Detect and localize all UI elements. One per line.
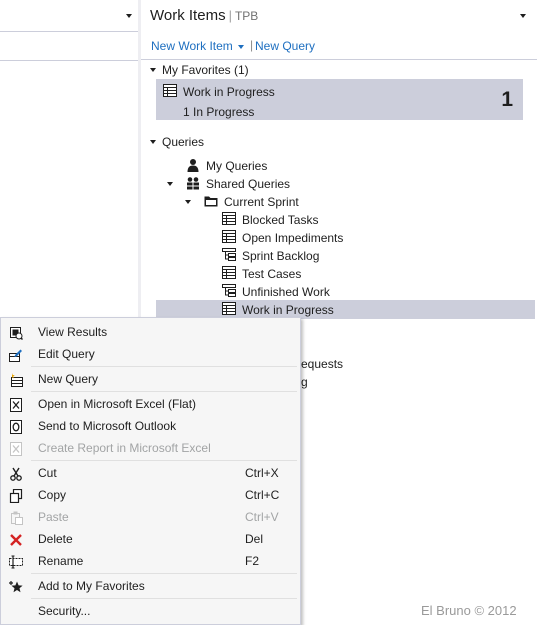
menu-item-shortcut: Ctrl+V	[245, 510, 279, 524]
current-sprint-expand-icon[interactable]	[185, 200, 191, 204]
queries-section-header[interactable]: Queries	[162, 135, 204, 149]
tree-node-open-impediments[interactable]: Open Impediments	[222, 229, 422, 247]
menu-item-label: Edit Query	[38, 347, 95, 361]
tree-node-sprint-backlog[interactable]: Sprint Backlog	[222, 247, 422, 265]
tree-node-label: Open Impediments	[242, 231, 344, 245]
flat-list-query-icon	[222, 230, 236, 248]
shared-queries-expand-icon[interactable]	[167, 182, 173, 186]
flat-list-query-icon	[222, 266, 236, 284]
context-menu: View Results Edit Query New Query Open i…	[0, 317, 301, 625]
menu-item-label: New Query	[38, 372, 99, 386]
new-work-item-link[interactable]: New Work Item	[151, 39, 233, 53]
cut-icon	[9, 466, 23, 481]
favorite-tile-work-in-progress[interactable]: Work in Progress 1 In Progress 1	[156, 79, 523, 120]
menu-item-label: Delete	[38, 532, 73, 546]
new-query-icon	[9, 372, 23, 387]
menu-separator	[31, 598, 297, 599]
chevron-down-icon[interactable]	[126, 14, 132, 18]
tree-node-label: My Queries	[206, 159, 268, 173]
tree-query-icon	[222, 248, 236, 266]
menu-item-new-query[interactable]: New Query	[1, 368, 300, 390]
menu-item-shortcut: Ctrl+X	[245, 466, 279, 480]
menu-item-label: Copy	[38, 488, 67, 502]
delete-icon	[9, 532, 23, 546]
favorite-tile-count: 1	[501, 88, 513, 111]
copy-icon	[9, 488, 23, 504]
favorite-tile-subtitle: 1 In Progress	[183, 105, 255, 119]
menu-item-open-in-excel[interactable]: Open in Microsoft Excel (Flat)	[1, 393, 300, 415]
menu-separator	[31, 573, 297, 574]
folder-icon	[204, 194, 218, 212]
excel-icon	[9, 397, 23, 412]
menu-item-cut[interactable]: Cut Ctrl+X	[1, 462, 300, 484]
tree-node-label: Current Sprint	[224, 195, 299, 209]
page-title: Work Items	[150, 7, 226, 24]
header-separator: |	[228, 8, 232, 23]
chevron-down-icon[interactable]	[520, 14, 526, 18]
menu-item-shortcut: Del	[245, 532, 264, 546]
menu-item-send-to-outlook[interactable]: Send to Microsoft Outlook	[1, 415, 300, 437]
menu-item-label: Create Report in Microsoft Excel	[38, 441, 211, 455]
menu-item-create-report[interactable]: Create Report in Microsoft Excel	[1, 437, 300, 459]
left-dropdown[interactable]	[0, 3, 138, 32]
favorites-icon	[9, 579, 23, 593]
menu-item-label: Rename	[38, 554, 84, 568]
tree-node-label: Unfinished Work	[242, 285, 330, 299]
tree-node-partial-label[interactable]: g	[301, 375, 308, 389]
panel-header: Work Items | TPB	[150, 7, 258, 24]
flat-list-query-icon	[163, 84, 177, 100]
menu-item-label: Send to Microsoft Outlook	[38, 419, 177, 433]
tree-node-blocked-tasks[interactable]: Blocked Tasks	[222, 211, 422, 229]
menu-item-view-results[interactable]: View Results	[1, 321, 300, 343]
edit-query-icon	[9, 347, 23, 362]
menu-item-shortcut: Ctrl+C	[245, 488, 280, 502]
menu-item-label: Open in Microsoft Excel (Flat)	[38, 397, 197, 411]
new-query-link[interactable]: New Query	[255, 39, 315, 53]
tree-node-label: Blocked Tasks	[242, 213, 319, 227]
menu-item-rename[interactable]: Rename F2	[1, 550, 300, 572]
tree-node-label: Test Cases	[242, 267, 302, 281]
flat-list-query-icon	[222, 212, 236, 230]
menu-separator	[31, 366, 297, 367]
tree-node-my-queries[interactable]: My Queries	[186, 157, 386, 175]
excel-report-icon	[9, 441, 23, 456]
favorite-tile-name: Work in Progress	[183, 85, 275, 99]
favorites-collapse-icon[interactable]	[150, 68, 156, 72]
project-name: TPB	[234, 9, 259, 23]
view-results-icon	[9, 325, 24, 341]
tree-node-unfinished-work[interactable]: Unfinished Work	[222, 283, 422, 301]
outlook-icon	[9, 419, 23, 434]
menu-item-paste[interactable]: Paste Ctrl+V	[1, 506, 300, 528]
tree-node-current-sprint[interactable]: Current Sprint	[204, 193, 404, 211]
menu-item-label: Cut	[38, 466, 57, 480]
tree-node-shared-queries[interactable]: Shared Queries	[186, 175, 386, 193]
menu-item-label: Paste	[38, 510, 69, 524]
menu-item-security[interactable]: Security...	[1, 600, 300, 622]
menu-item-delete[interactable]: Delete Del	[1, 528, 300, 550]
paste-icon	[9, 510, 23, 525]
toolbar-divider	[141, 59, 537, 60]
menu-item-label: View Results	[38, 325, 108, 339]
tree-node-partial-label[interactable]: equests	[301, 357, 343, 371]
menu-item-copy[interactable]: Copy Ctrl+C	[1, 484, 300, 506]
queries-collapse-icon[interactable]	[150, 140, 156, 144]
rename-icon	[9, 554, 23, 569]
favorites-section-header[interactable]: My Favorites (1)	[162, 63, 249, 77]
left-toolbar	[0, 34, 138, 61]
menu-separator	[31, 460, 297, 461]
tree-node-label: Sprint Backlog	[242, 249, 320, 263]
link-separator: |	[250, 38, 254, 52]
menu-item-add-to-favorites[interactable]: Add to My Favorites	[1, 575, 300, 597]
menu-item-label: Add to My Favorites	[38, 579, 145, 593]
group-icon	[186, 176, 200, 195]
new-work-item-dropdown-icon[interactable]	[238, 45, 244, 49]
menu-item-shortcut: F2	[245, 554, 260, 568]
tree-node-test-cases[interactable]: Test Cases	[222, 265, 422, 283]
watermark: El Bruno © 2012	[421, 603, 517, 618]
menu-item-edit-query[interactable]: Edit Query	[1, 343, 300, 365]
tree-node-label: Shared Queries	[206, 177, 291, 191]
menu-item-label: Security...	[38, 604, 91, 618]
menu-separator	[31, 391, 297, 392]
